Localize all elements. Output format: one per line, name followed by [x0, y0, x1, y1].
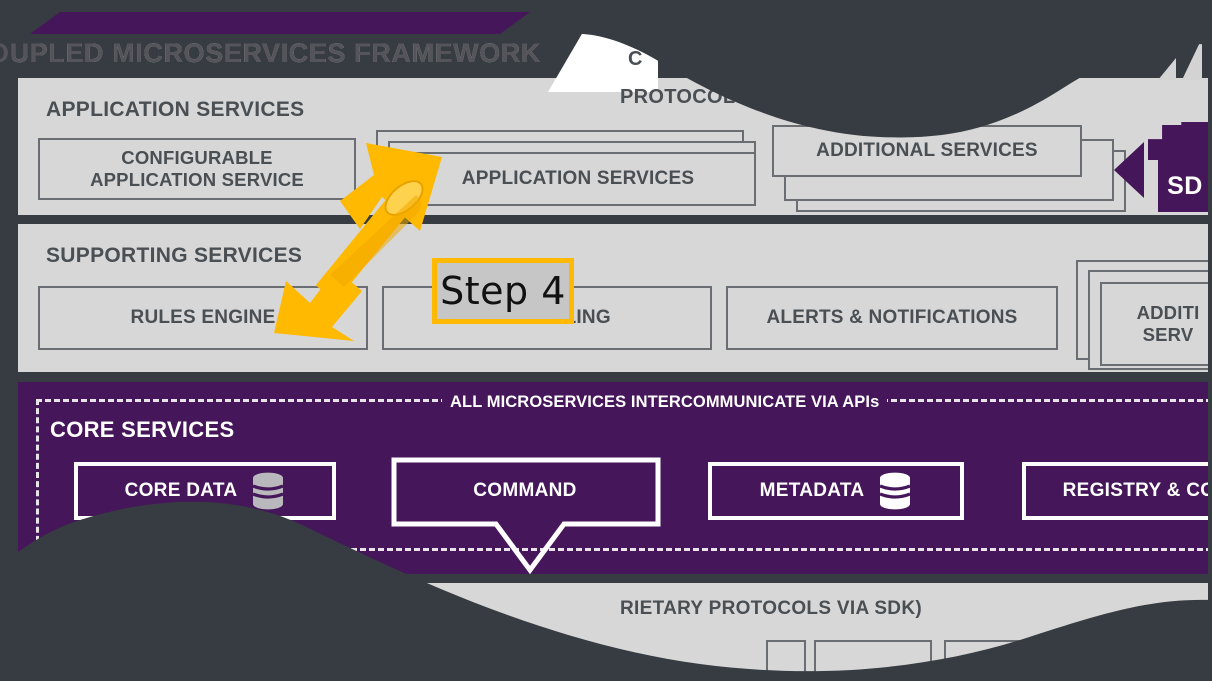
device-services-caption: RIETARY PROTOCOLS VIA SDK): [620, 598, 922, 619]
application-services-box-label: APPLICATION SERVICES: [461, 167, 695, 189]
sdk-corner-accent-small: [1158, 58, 1176, 80]
rules-engine-label: RULES ENGINE: [130, 306, 276, 328]
core-service-box-core-data[interactable]: CORE DATA: [74, 462, 336, 520]
diagram-left-frame-edge: [0, 0, 11, 600]
microservices-framework-diagram: OUPLED MICROSERVICES FRAMEWORK APPLICATI…: [0, 0, 1212, 681]
protocol-caption-line1: C: [628, 48, 643, 70]
metadata-label: METADATA: [759, 480, 865, 501]
supporting-additional-line2: SERV: [1142, 324, 1194, 345]
step-callout: Step 4: [432, 258, 574, 324]
device-service-box-1[interactable]: [766, 640, 806, 681]
header-purple-band: [30, 12, 530, 34]
device-service-box-2[interactable]: [814, 640, 932, 681]
core-services-title: CORE SERVICES: [50, 417, 235, 442]
command-box-outline: [391, 457, 661, 575]
additional-services-box-label: ADDITIONAL SERVICES: [816, 139, 1038, 161]
sdk-corner-accent-large: [1182, 38, 1202, 80]
core-service-box-registry[interactable]: REGISTRY & CO: [1022, 462, 1212, 520]
panel-divider-3: [18, 574, 1212, 583]
supporting-service-box-alerts[interactable]: ALERTS & NOTIFICATIONS: [726, 286, 1058, 350]
device-service-box-3[interactable]: [944, 640, 1062, 681]
protocol-caption-line2: PROTOCOL: [620, 86, 736, 108]
step-callout-label: Step 4: [440, 269, 566, 313]
sdk-label: SD: [1167, 171, 1203, 200]
panel-divider-1: [18, 215, 1212, 224]
supporting-additional-services-box[interactable]: ADDITI SERV: [1100, 282, 1212, 366]
alerts-notifications-label: ALERTS & NOTIFICATIONS: [766, 306, 1018, 328]
supporting-additional-line1: ADDITI: [1136, 302, 1200, 324]
sdk-pointer-triangle-icon: [1114, 142, 1144, 198]
arrow-barrel-shading: [330, 195, 421, 287]
database-icon: [252, 472, 284, 510]
screenshot-canvas: OUPLED MICROSERVICES FRAMEWORK APPLICATI…: [0, 0, 1212, 681]
panel-divider-2: [18, 372, 1212, 382]
registry-label: REGISTRY & CO: [1062, 480, 1212, 501]
diagram-title-dimmed: OUPLED MICROSERVICES FRAMEWORK: [0, 38, 542, 68]
sdk-tag-box[interactable]: SD: [1158, 160, 1212, 212]
supporting-services-title: SUPPORTING SERVICES: [46, 244, 303, 267]
database-icon: [879, 472, 911, 510]
configurable-app-service-line1: CONFIGURABLE: [121, 147, 273, 169]
additional-services-box[interactable]: ADDITIONAL SERVICES: [772, 125, 1082, 177]
core-data-label: CORE DATA: [124, 480, 238, 501]
application-services-title: APPLICATION SERVICES: [46, 98, 305, 121]
device-service-box-4[interactable]: [1072, 640, 1190, 681]
api-intercommunication-label: ALL MICROSERVICES INTERCOMMUNICATE VIA A…: [442, 391, 888, 414]
core-service-box-metadata[interactable]: METADATA: [708, 462, 964, 520]
